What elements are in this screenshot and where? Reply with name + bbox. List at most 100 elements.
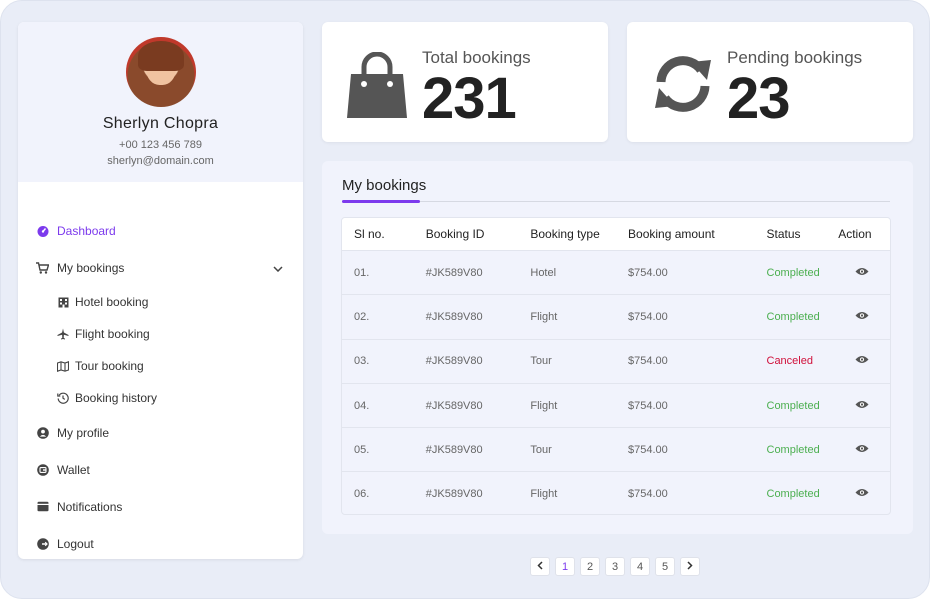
table-row: 01. #JK589V80 Hotel $754.00 Completed (342, 250, 890, 294)
user-icon (36, 426, 49, 439)
cell-amount: $754.00 (628, 310, 668, 323)
status-badge: Completed (766, 310, 820, 323)
total-bookings-card: Total bookings 231 (322, 22, 608, 142)
cell-booking-id: #JK589V80 (425, 488, 483, 501)
sidebar-item-notifications[interactable]: Notifications (18, 488, 303, 525)
cell-booking-type: Flight (530, 310, 558, 323)
profile-phone: +00 123 456 789 (119, 139, 202, 151)
view-button[interactable] (834, 400, 890, 412)
chevron-left-icon (537, 560, 543, 573)
cell-amount: $754.00 (628, 488, 668, 501)
eye-icon (855, 311, 869, 323)
cell-sl: 03. (354, 355, 370, 368)
sidebar-item-label: Dashboard (57, 223, 116, 238)
view-button[interactable] (834, 311, 890, 323)
status-badge: Completed (766, 399, 820, 412)
chevron-right-icon (687, 560, 693, 573)
bookings-title: My bookings (342, 177, 427, 194)
view-button[interactable] (834, 488, 890, 500)
app-frame: Sherlyn Chopra +00 123 456 789 sherlyn@d… (0, 0, 930, 599)
plane-icon (57, 328, 69, 340)
eye-icon (855, 355, 869, 367)
sidebar: Sherlyn Chopra +00 123 456 789 sherlyn@d… (18, 22, 303, 559)
eye-icon (855, 488, 869, 500)
wallet-icon (36, 463, 49, 476)
sidebar-item-label: Booking history (75, 391, 158, 405)
sidebar-item-label: Logout (57, 536, 94, 551)
bookings-panel: My bookings Sl no. Booking ID Booking ty… (322, 161, 913, 534)
cell-booking-id: #JK589V80 (425, 355, 483, 368)
view-button[interactable] (834, 267, 890, 279)
building-icon (57, 296, 69, 308)
sidebar-item-dashboard[interactable]: Dashboard (18, 212, 303, 249)
shopping-bag-icon (346, 51, 408, 125)
pending-bookings-label: Pending bookings (727, 48, 863, 67)
sidebar-item-tour-booking[interactable]: Tour booking (18, 350, 303, 382)
logout-icon (36, 537, 49, 550)
eye-icon (855, 267, 869, 279)
dashboard-icon (36, 224, 49, 237)
table-header: Sl no. Booking ID Booking type Booking a… (342, 218, 890, 250)
sidebar-item-flight-booking[interactable]: Flight booking (18, 318, 303, 350)
map-icon (57, 360, 69, 372)
profile-card: Sherlyn Chopra +00 123 456 789 sherlyn@d… (18, 22, 303, 182)
cart-icon (36, 261, 49, 274)
sidebar-item-my-bookings[interactable]: My bookings (18, 249, 303, 286)
cell-booking-id: #JK589V80 (425, 266, 483, 279)
eye-icon (855, 400, 869, 412)
table-row: 06. #JK589V80 Flight $754.00 Completed (342, 471, 890, 514)
chevron-down-icon[interactable] (273, 261, 283, 275)
cell-sl: 02. (354, 310, 370, 323)
cell-amount: $754.00 (628, 399, 668, 412)
page-button-3[interactable]: 3 (605, 557, 625, 576)
cell-booking-type: Tour (530, 355, 552, 368)
sidebar-item-label: Hotel booking (75, 295, 149, 309)
column-header: Sl no. (354, 227, 385, 241)
sidebar-item-booking-history[interactable]: Booking history (18, 382, 303, 414)
view-button[interactable] (834, 444, 890, 456)
cell-booking-type: Hotel (530, 266, 557, 279)
cell-sl: 06. (354, 488, 370, 501)
cell-amount: $754.00 (628, 266, 668, 279)
total-bookings-label: Total bookings (422, 48, 531, 67)
page-button-5[interactable]: 5 (655, 557, 675, 576)
sidebar-item-my-profile[interactable]: My profile (18, 414, 303, 451)
avatar (125, 37, 196, 107)
sidebar-item-hotel-booking[interactable]: Hotel booking (18, 286, 303, 318)
title-underline (342, 200, 420, 203)
table-row: 03. #JK589V80 Tour $754.00 Canceled (342, 338, 890, 383)
page-button-2[interactable]: 2 (580, 557, 600, 576)
cell-amount: $754.00 (628, 443, 668, 456)
cell-booking-id: #JK589V80 (425, 310, 483, 323)
profile-email: sherlyn@domain.com (107, 155, 214, 167)
refresh-icon (651, 52, 715, 121)
cell-amount: $754.00 (628, 355, 668, 368)
prev-page-button[interactable] (530, 557, 550, 576)
view-button[interactable] (834, 355, 890, 367)
sidebar-item-wallet[interactable]: Wallet (18, 451, 303, 488)
cell-sl: 05. (354, 443, 370, 456)
table-row: 04. #JK589V80 Flight $754.00 Completed (342, 382, 890, 427)
sidebar-item-label: Flight booking (75, 327, 150, 341)
sidebar-item-label: My profile (57, 425, 110, 440)
sidebar-item-logout[interactable]: Logout (18, 525, 303, 559)
column-header: Booking type (530, 227, 600, 241)
cell-booking-id: #JK589V80 (425, 443, 483, 456)
column-header: Booking ID (425, 227, 485, 241)
status-badge: Completed (766, 488, 820, 501)
next-page-button[interactable] (680, 557, 700, 576)
sidebar-item-label: My bookings (57, 260, 125, 275)
history-icon (57, 392, 69, 404)
page-button-4[interactable]: 4 (630, 557, 650, 576)
table-row: 05. #JK589V80 Tour $754.00 Completed (342, 427, 890, 471)
eye-icon (855, 444, 869, 456)
cell-sl: 01. (354, 266, 370, 279)
sidebar-item-label: Wallet (57, 462, 90, 477)
page-button-1[interactable]: 1 (555, 557, 575, 576)
status-badge: Canceled (766, 355, 813, 368)
cell-booking-type: Flight (530, 488, 558, 501)
cell-sl: 04. (354, 399, 370, 412)
status-badge: Completed (766, 266, 820, 279)
notification-icon (36, 500, 49, 513)
status-badge: Completed (766, 443, 820, 456)
